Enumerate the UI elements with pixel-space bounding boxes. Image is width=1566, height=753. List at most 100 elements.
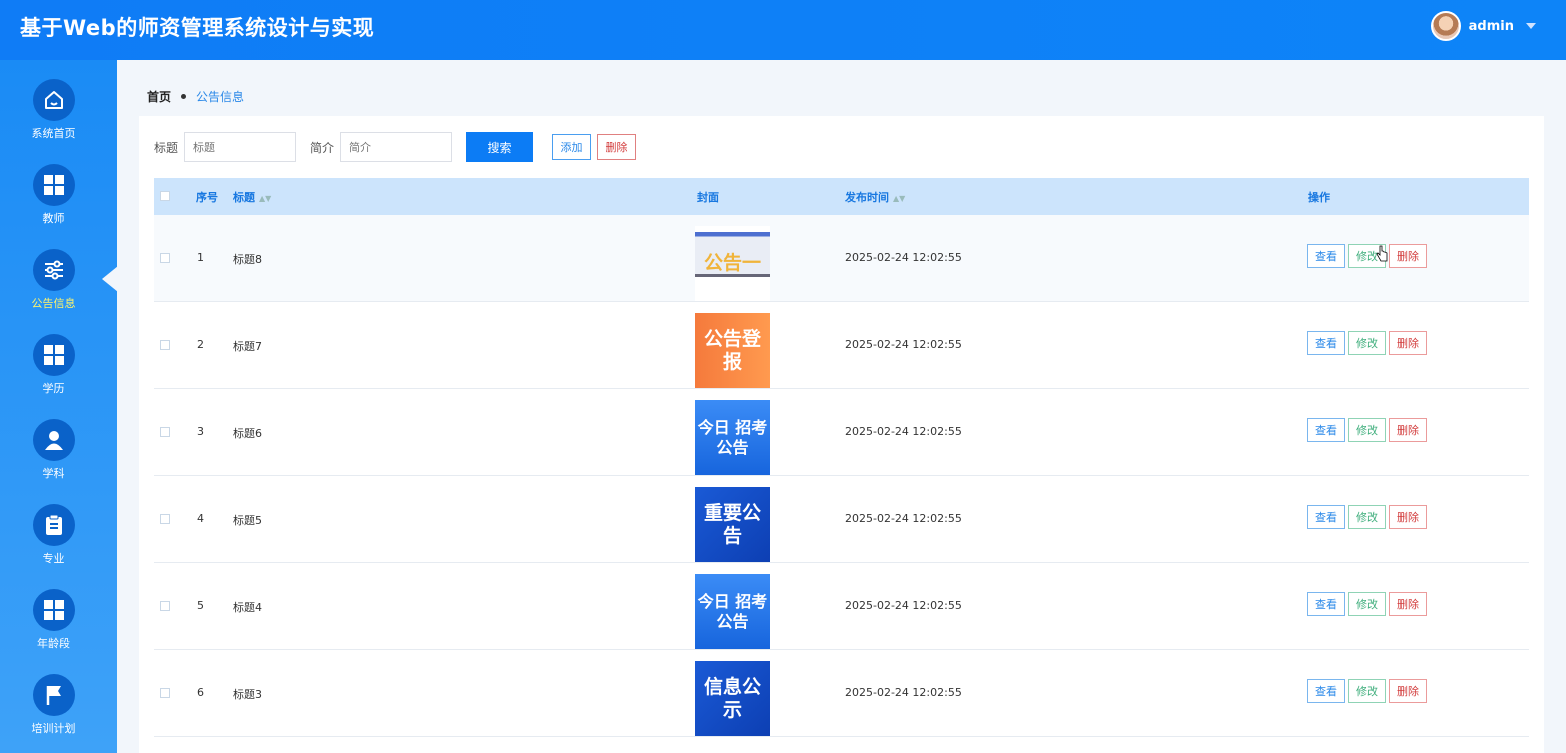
breadcrumb-home[interactable]: 首页: [147, 88, 171, 105]
delete-button[interactable]: 删除: [1389, 679, 1427, 703]
sidebar-item-subject[interactable]: 学科: [0, 419, 107, 481]
sidebar-item-age-group[interactable]: 年龄段: [0, 589, 107, 651]
sidebar-item-label: 培训计划: [31, 722, 76, 735]
avatar[interactable]: [1430, 11, 1461, 41]
view-button[interactable]: 查看: [1307, 592, 1345, 616]
header-ops: 操作: [1308, 190, 1330, 204]
row-actions: 查看 修改 删除: [1307, 418, 1427, 442]
cover-image: 公告一: [695, 226, 770, 301]
sidebar: 系统首页 教师 公告信息 学历 学科 专业 年龄段 培训计划: [0, 60, 118, 753]
row-publish-time: 2025-02-24 12:02:55: [845, 686, 962, 699]
clipboard-icon: [32, 504, 75, 546]
sidebar-item-label: 学科: [42, 467, 65, 480]
main-panel: 标题 简介 搜索 添加 删除 序号 标题 ▲▼ 封面 发布时间 ▲▼ 操作 1 标题8…: [139, 116, 1544, 753]
table-row: 3 标题6 今日 招考公告 2025-02-24 12:02:55 查看 修改 删除: [154, 389, 1529, 476]
row-actions: 查看 修改 删除: [1307, 331, 1427, 355]
table-row: 5 标题4 今日 招考公告 2025-02-24 12:02:55 查看 修改 删除: [154, 563, 1529, 650]
sidebar-item-label: 专业: [42, 552, 65, 565]
view-button[interactable]: 查看: [1307, 679, 1345, 703]
header-time-label: 发布时间: [845, 190, 889, 204]
chevron-down-icon[interactable]: [1526, 23, 1536, 29]
sidebar-item-label: 教师: [42, 212, 65, 225]
breadcrumb-current: 公告信息: [196, 90, 245, 104]
row-checkbox[interactable]: [160, 514, 170, 524]
row-publish-time: 2025-02-24 12:02:55: [845, 512, 962, 525]
grid-icon: [32, 334, 75, 376]
cover-image: 今日 招考公告: [695, 400, 770, 475]
row-index: 3: [197, 425, 204, 438]
view-button[interactable]: 查看: [1307, 331, 1345, 355]
sidebar-item-label: 公告信息: [31, 297, 76, 310]
row-publish-time: 2025-02-24 12:02:55: [845, 338, 962, 351]
view-button[interactable]: 查看: [1307, 505, 1345, 529]
batch-delete-button[interactable]: 删除: [597, 134, 637, 160]
sidebar-item-teachers[interactable]: 教师: [0, 164, 107, 226]
person-icon: [32, 419, 75, 461]
sidebar-item-home[interactable]: 系统首页: [0, 79, 107, 141]
user-menu[interactable]: admin: [1430, 11, 1536, 41]
header-title[interactable]: 标题 ▲▼: [233, 189, 271, 205]
sidebar-item-education[interactable]: 学历: [0, 334, 107, 396]
search-button[interactable]: 搜索: [466, 132, 534, 162]
sort-icon[interactable]: ▲▼: [259, 194, 271, 203]
cover-text: 公告一: [703, 252, 761, 275]
delete-button[interactable]: 删除: [1389, 331, 1427, 355]
row-actions: 查看 修改 删除: [1307, 679, 1427, 703]
edit-button[interactable]: 修改: [1348, 679, 1386, 703]
cover-text: 重要公告: [703, 501, 761, 547]
row-checkbox[interactable]: [160, 427, 170, 437]
row-title: 标题3: [233, 688, 262, 701]
edit-button[interactable]: 修改: [1348, 505, 1386, 529]
username[interactable]: admin: [1469, 19, 1514, 34]
active-nav-pointer: [102, 266, 118, 292]
cover-text: 信息公示: [703, 675, 761, 721]
sort-icon[interactable]: ▲▼: [893, 194, 905, 203]
row-title: 标题8: [233, 253, 262, 266]
header-time[interactable]: 发布时间 ▲▼: [845, 189, 905, 205]
sidebar-item-training-plan[interactable]: 培训计划: [0, 674, 107, 736]
row-index: 6: [197, 686, 204, 699]
row-actions: 查看 修改 删除: [1307, 505, 1427, 529]
edit-button[interactable]: 修改: [1348, 331, 1386, 355]
announcement-table: 序号 标题 ▲▼ 封面 发布时间 ▲▼ 操作 1 标题8 公告一 2025-02-24 1…: [154, 178, 1529, 737]
header-title-label: 标题: [233, 190, 255, 204]
header-cover: 封面: [697, 190, 719, 204]
cover-image: 重要公告: [695, 487, 770, 562]
add-button[interactable]: 添加: [552, 134, 592, 160]
row-publish-time: 2025-02-24 12:02:55: [845, 425, 962, 438]
title-search-input[interactable]: [184, 132, 297, 162]
sidebar-item-announcements[interactable]: 公告信息: [0, 249, 107, 311]
delete-button[interactable]: 删除: [1389, 418, 1427, 442]
sidebar-item-label: 学历: [42, 382, 65, 395]
intro-search-input[interactable]: [340, 132, 453, 162]
cover-text: 公告登报: [703, 327, 761, 373]
row-index: 4: [197, 512, 204, 525]
row-checkbox[interactable]: [160, 688, 170, 698]
title-filter-label: 标题: [154, 140, 179, 155]
row-index: 1: [197, 251, 204, 264]
delete-button[interactable]: 删除: [1389, 244, 1427, 268]
search-bar: 标题 简介 搜索 添加 删除: [154, 132, 637, 162]
row-title: 标题7: [233, 340, 262, 353]
edit-button[interactable]: 修改: [1348, 418, 1386, 442]
table-row: 2 标题7 公告登报 2025-02-24 12:02:55 查看 修改 删除: [154, 302, 1529, 389]
view-button[interactable]: 查看: [1307, 418, 1345, 442]
sidebar-item-label: 系统首页: [31, 127, 76, 140]
row-checkbox[interactable]: [160, 340, 170, 350]
row-index: 5: [197, 599, 204, 612]
edit-button[interactable]: 修改: [1348, 592, 1386, 616]
hand-cursor-icon: [1376, 245, 1388, 262]
row-actions: 查看 修改 删除: [1307, 592, 1427, 616]
table-row: 1 标题8 公告一 2025-02-24 12:02:55 查看 修改 删除: [154, 215, 1529, 302]
delete-button[interactable]: 删除: [1389, 592, 1427, 616]
view-button[interactable]: 查看: [1307, 244, 1345, 268]
select-all-checkbox[interactable]: [160, 191, 170, 201]
row-checkbox[interactable]: [160, 253, 170, 263]
row-title: 标题6: [233, 427, 262, 440]
row-checkbox[interactable]: [160, 601, 170, 611]
cover-text: 今日 招考公告: [697, 418, 768, 457]
table-header: 序号 标题 ▲▼ 封面 发布时间 ▲▼ 操作: [154, 178, 1529, 215]
row-title: 标题5: [233, 514, 262, 527]
sidebar-item-major[interactable]: 专业: [0, 504, 107, 566]
delete-button[interactable]: 删除: [1389, 505, 1427, 529]
